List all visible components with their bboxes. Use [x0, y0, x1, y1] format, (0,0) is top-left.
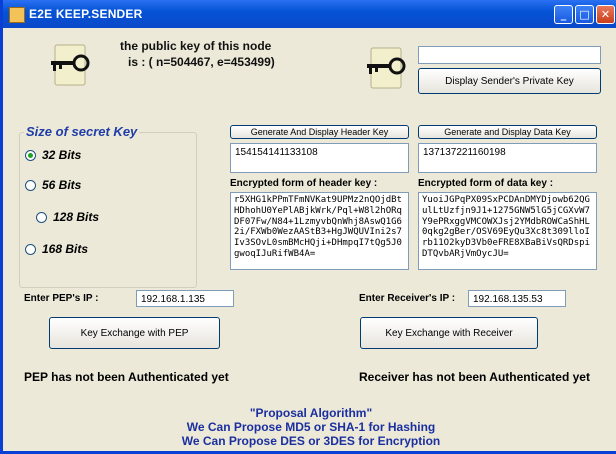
window-title: E2E KEEP.SENDER	[29, 7, 143, 21]
data-key-field[interactable]: 137137221160198	[418, 143, 597, 173]
encrypted-header-key-label: Encrypted form of header key :	[230, 178, 378, 189]
radio-label: 56 Bits	[42, 178, 82, 192]
header-key-field[interactable]: 154154141133108	[230, 143, 409, 173]
close-icon: ✕	[600, 8, 611, 21]
radio-168-bits[interactable]: 168 Bits	[25, 242, 88, 256]
secret-key-size-title: Size of secret Key	[24, 124, 140, 139]
minimize-icon: _	[560, 8, 567, 21]
key-lock-icon	[51, 44, 90, 86]
encrypted-data-key-label: Encrypted form of data key :	[418, 178, 554, 189]
pep-ip-label: Enter PEP's IP :	[24, 293, 99, 304]
title-bar[interactable]: E2E KEEP.SENDER _ □ ✕	[3, 0, 616, 28]
maximize-icon: □	[579, 8, 590, 21]
radio-56-bits[interactable]: 56 Bits	[25, 178, 81, 192]
public-key-line1: the public key of this node	[120, 39, 272, 53]
app-window: E2E KEEP.SENDER _ □ ✕ the public key of …	[0, 0, 616, 454]
key-exchange-pep-button[interactable]: Key Exchange with PEP	[49, 317, 220, 349]
close-button[interactable]: ✕	[596, 5, 615, 24]
proposal-encryption: We Can Propose DES or 3DES for Encryptio…	[181, 434, 441, 448]
minimize-button[interactable]: _	[554, 5, 573, 24]
pep-ip-input[interactable]: 192.168.1.135	[136, 290, 234, 307]
display-private-key-button[interactable]: Display Sender's Private Key	[418, 68, 601, 94]
receiver-ip-input[interactable]: 192.168.135.53	[468, 290, 566, 307]
pep-status-text: PEP has not been Authenticated yet	[24, 370, 229, 384]
radio-128-bits[interactable]: 128 Bits	[36, 210, 99, 224]
proposal-title: "Proposal Algorithm"	[249, 406, 373, 420]
radio-unchecked-icon	[25, 179, 36, 191]
radio-label: 128 Bits	[53, 210, 100, 224]
public-key-line2: is : ( n=504467, e=453499)	[128, 55, 275, 69]
maximize-button[interactable]: □	[575, 5, 594, 24]
key-lock-icon	[367, 47, 406, 89]
app-icon	[9, 7, 25, 23]
main-panel: the public key of this node is : ( n=504…	[6, 28, 616, 451]
proposal-hashing: We Can Propose MD5 or SHA-1 for Hashing	[186, 420, 436, 434]
radio-unchecked-icon	[25, 243, 36, 255]
radio-unchecked-icon	[36, 211, 47, 223]
private-key-field[interactable]	[418, 46, 601, 64]
radio-label: 168 Bits	[42, 242, 89, 256]
receiver-status-text: Receiver has not been Authenticated yet	[359, 370, 590, 384]
radio-32-bits[interactable]: 32 Bits	[25, 148, 81, 162]
receiver-ip-label: Enter Receiver's IP :	[359, 293, 456, 304]
key-exchange-receiver-button[interactable]: Key Exchange with Receiver	[360, 317, 538, 349]
generate-header-key-button[interactable]: Generate And Display Header Key	[230, 125, 409, 139]
radio-label: 32 Bits	[42, 148, 82, 162]
encrypted-header-key-field[interactable]: r5XHG1kPPmTFmNVKat9UPMz2nQOjdBtHDhohU0Ye…	[230, 192, 409, 270]
encrypted-data-key-field[interactable]: YuoiJGPqPX09SxPCDAnDMYDjowb62QGulLtUzfjn…	[418, 192, 597, 270]
radio-checked-icon	[25, 149, 36, 161]
generate-data-key-button[interactable]: Generate and Display Data Key	[418, 125, 597, 139]
